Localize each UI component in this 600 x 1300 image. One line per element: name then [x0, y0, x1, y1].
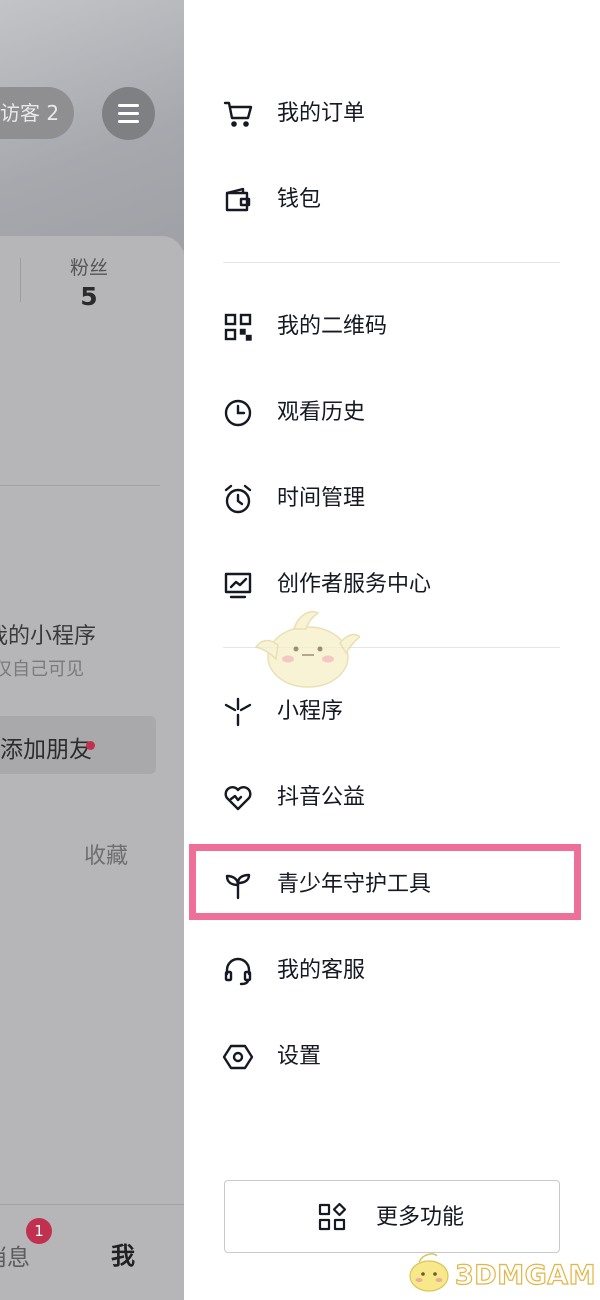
3dmgame-watermark-logo: 3DMGAME	[405, 1250, 597, 1296]
apps-grid-icon	[317, 1202, 347, 1232]
notification-dot	[86, 741, 95, 750]
settings-hexagon-icon	[222, 1041, 254, 1073]
qr-code-icon	[222, 311, 254, 343]
mini-program-icon	[222, 696, 254, 728]
stat-divider	[20, 258, 21, 302]
menu-divider	[223, 262, 560, 263]
fans-label: 粉丝	[69, 257, 108, 279]
more-features-button[interactable]: 更多功能	[224, 1180, 560, 1253]
add-friend-button[interactable]: 添加朋友	[0, 716, 156, 774]
menu-item-settings[interactable]: 设置	[214, 1027, 594, 1087]
hamburger-line	[118, 104, 139, 107]
hamburger-menu-button[interactable]	[102, 87, 155, 140]
profile-page-background: 访客 2 粉丝 5 我的小程序 仅自己可见 添加朋友 收藏 消息 1 我	[0, 0, 184, 1300]
highlight-annotation-box	[189, 844, 581, 920]
menu-item-my-orders[interactable]: 我的订单	[214, 84, 594, 144]
menu-item-label: 抖音公益	[277, 785, 366, 810]
headset-icon	[222, 955, 254, 987]
fans-count: 5	[80, 282, 98, 311]
clock-icon	[222, 397, 254, 429]
menu-item-label: 我的二维码	[277, 314, 388, 339]
messages-badge: 1	[26, 1218, 52, 1244]
menu-item-label: 钱包	[277, 187, 322, 212]
menu-item-wallet[interactable]: 钱包	[214, 170, 594, 230]
menu-item-label: 我的订单	[277, 101, 366, 126]
menu-item-customer-service[interactable]: 我的客服	[214, 941, 594, 1001]
side-drawer: 我的订单 钱包 我的二维码 观看历史 时间管理 创作者服务中心 小程序 抖音公益…	[184, 0, 600, 1300]
visitor-count-button[interactable]: 访客 2	[0, 87, 74, 139]
more-features-label: 更多功能	[376, 1205, 465, 1230]
section-divider	[0, 485, 160, 486]
watermark-text: 3DMGAME	[455, 1260, 597, 1291]
menu-item-watch-history[interactable]: 观看历史	[214, 383, 594, 443]
add-friend-label: 添加朋友	[0, 737, 92, 763]
alarm-clock-icon	[222, 483, 254, 515]
wallet-icon	[222, 184, 254, 216]
menu-item-label: 观看历史	[277, 400, 366, 425]
tab-favorites[interactable]: 收藏	[84, 838, 128, 870]
menu-item-charity[interactable]: 抖音公益	[214, 768, 594, 828]
charity-heart-icon	[222, 782, 254, 814]
menu-item-label: 我的客服	[277, 958, 366, 983]
creator-monitor-icon	[222, 569, 254, 601]
menu-item-qr-code[interactable]: 我的二维码	[214, 297, 594, 357]
mascot-watermark	[250, 605, 360, 695]
tab-me[interactable]: 我	[111, 1236, 135, 1271]
hamburger-line	[118, 112, 139, 115]
cart-icon	[222, 98, 254, 130]
mini-program-visibility: 仅自己可见	[0, 659, 84, 680]
tab-messages[interactable]: 消息	[0, 1238, 30, 1272]
menu-item-label: 设置	[277, 1044, 322, 1069]
menu-item-time-management[interactable]: 时间管理	[214, 469, 594, 529]
hamburger-line	[118, 120, 139, 123]
bottom-tab-divider	[0, 1204, 184, 1205]
my-mini-program-title[interactable]: 我的小程序	[0, 618, 96, 650]
menu-item-label: 时间管理	[277, 486, 366, 511]
